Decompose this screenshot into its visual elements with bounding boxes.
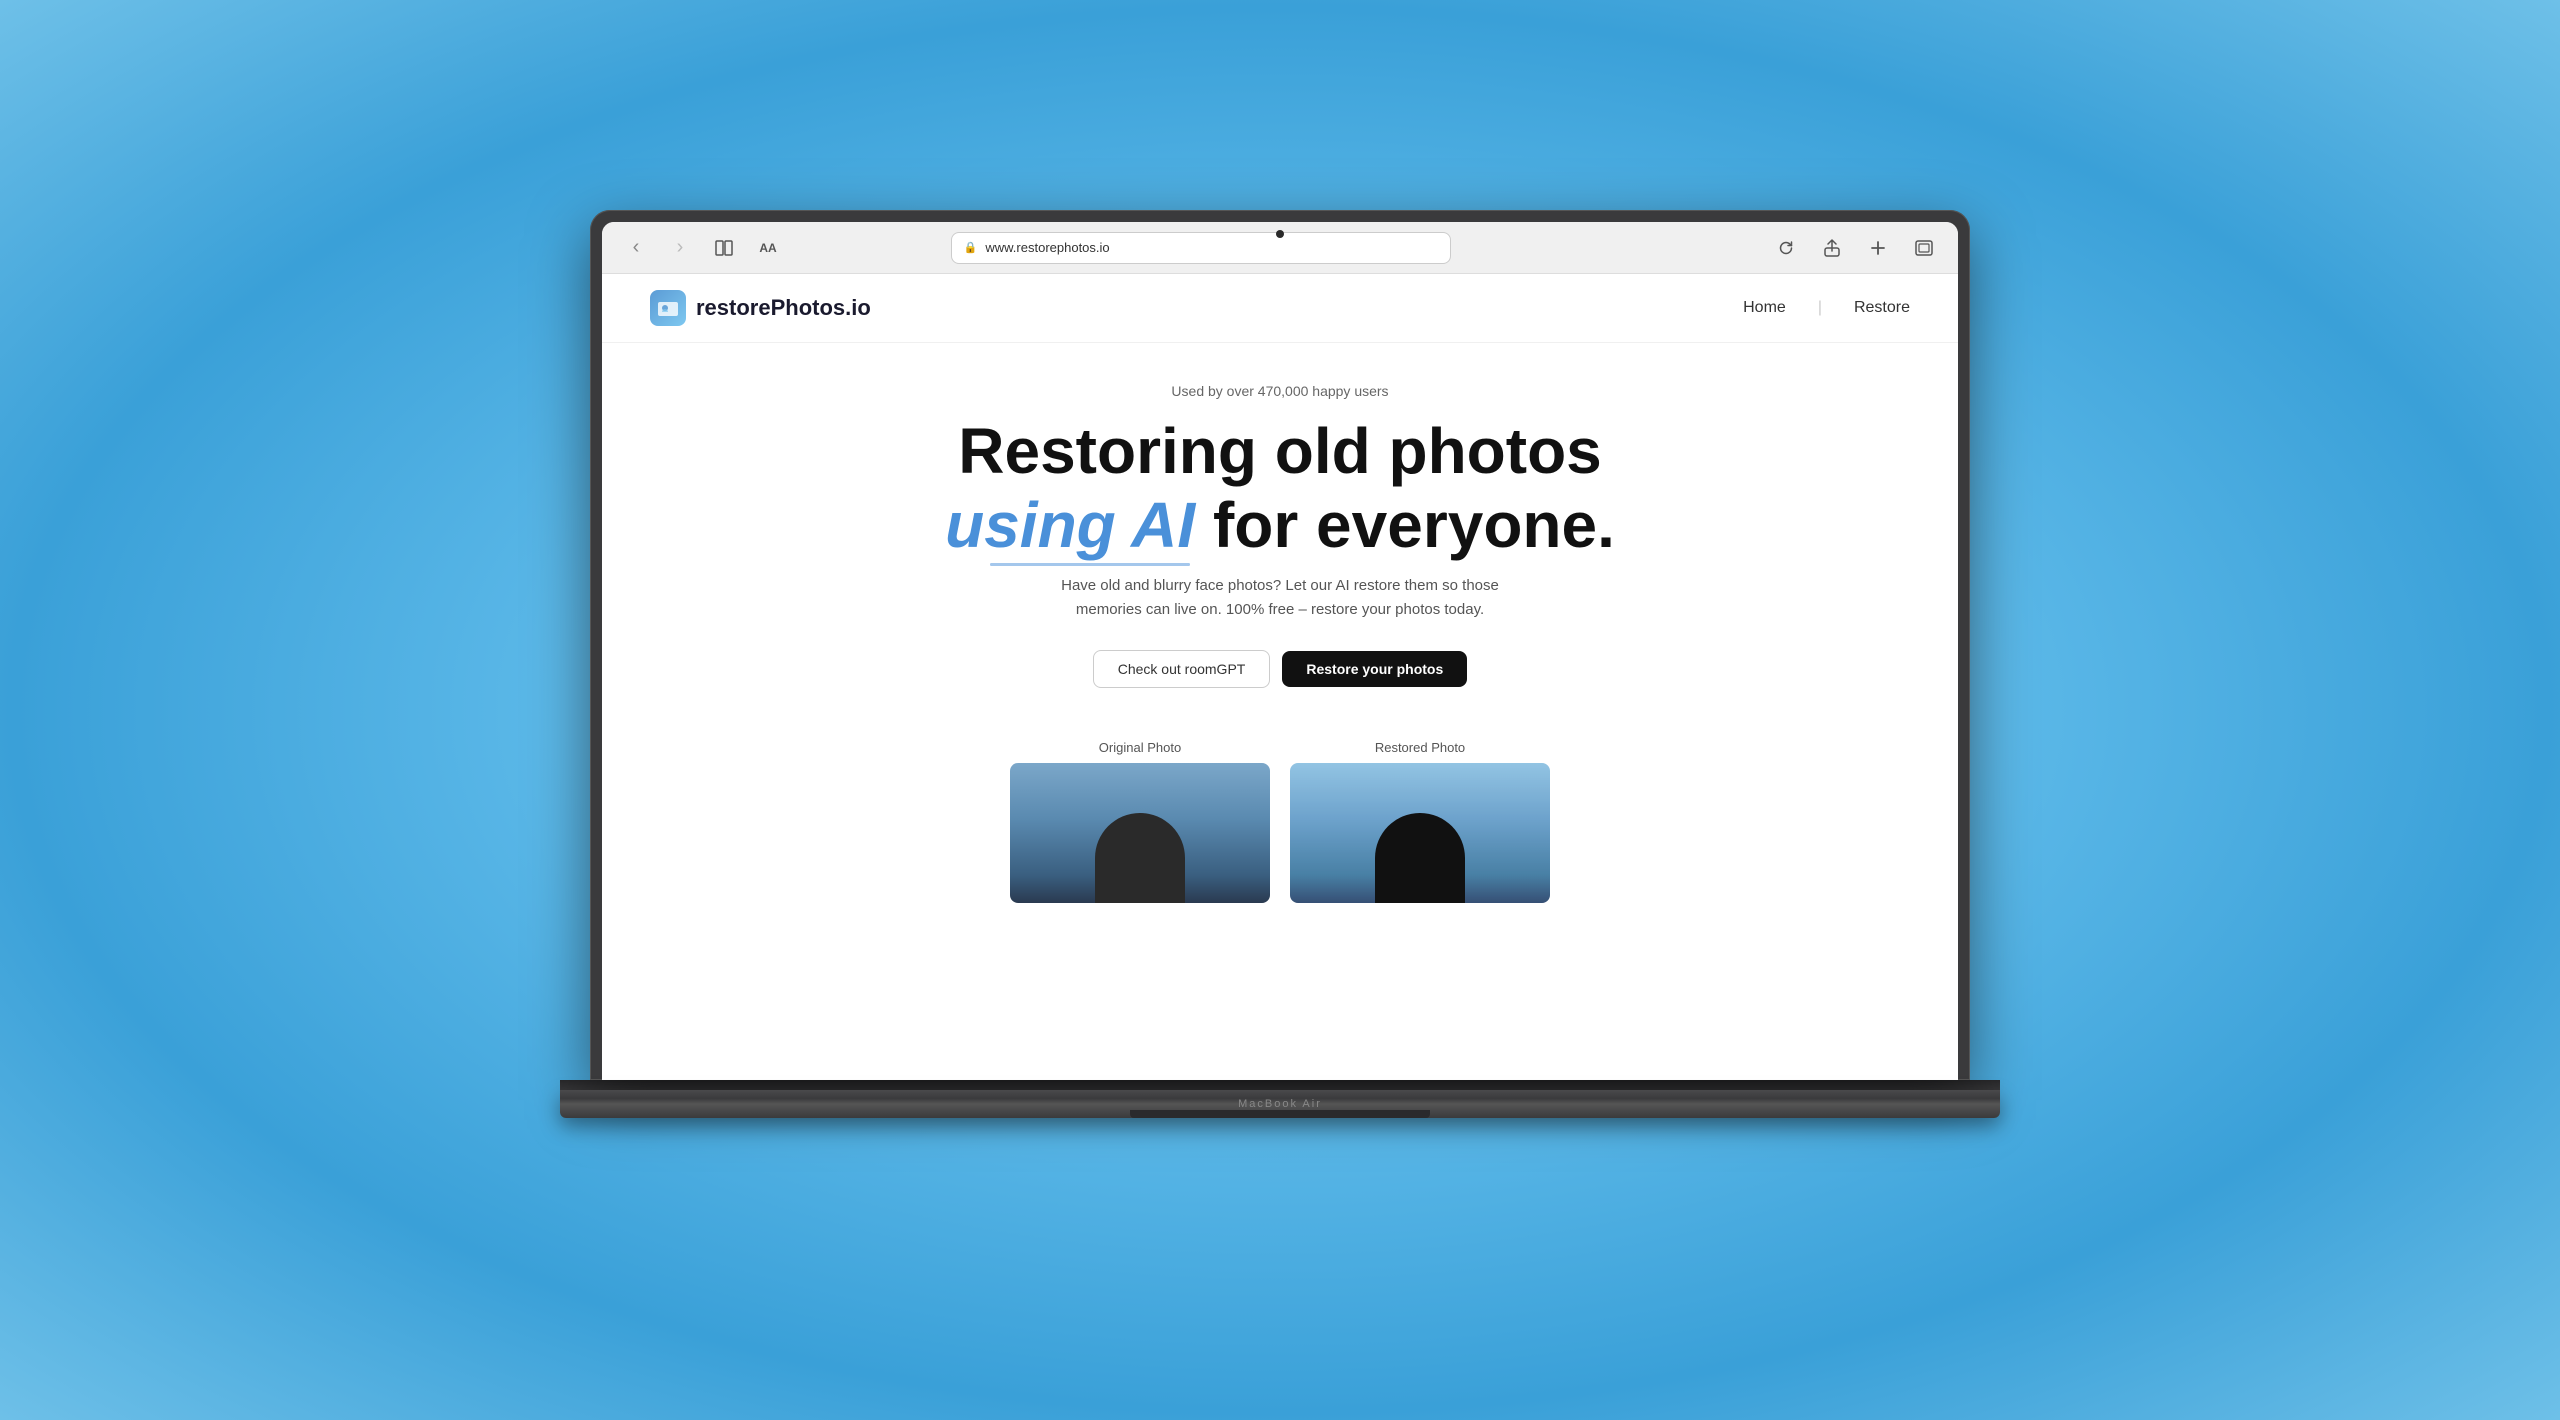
browser-right-icons [1772, 234, 1938, 262]
website: restorePhotos.io Home | Restore Used by … [602, 274, 1958, 1080]
hero-title-suffix: for everyone. [1213, 489, 1615, 561]
restore-photos-button[interactable]: Restore your photos [1282, 651, 1467, 687]
check-roomgpt-button[interactable]: Check out roomGPT [1093, 650, 1271, 688]
lock-icon: 🔒 [964, 241, 978, 254]
new-tab-button[interactable] [1864, 234, 1892, 262]
chevron-right-icon: › [677, 236, 684, 259]
restored-label: Restored Photo [1375, 740, 1465, 755]
hero-buttons: Check out roomGPT Restore your photos [878, 650, 1682, 688]
font-size-button[interactable]: AA [754, 234, 782, 262]
nav-restore[interactable]: Restore [1854, 299, 1910, 317]
photo-comparison: Original Photo Restored Photo [602, 740, 1958, 903]
original-label: Original Photo [1099, 740, 1181, 755]
site-nav: restorePhotos.io Home | Restore [602, 274, 1958, 343]
nav-divider: | [1818, 299, 1822, 317]
hero-title-highlight: using AI [945, 489, 1195, 563]
camera-dot [1276, 230, 1284, 238]
laptop-wrapper: ‹ › AA [560, 210, 2000, 1210]
restored-photo [1290, 763, 1550, 903]
site-logo: restorePhotos.io [650, 290, 871, 326]
url-text: www.restorephotos.io [985, 240, 1109, 255]
font-icon: AA [759, 241, 776, 255]
original-photo-column: Original Photo [1010, 740, 1270, 903]
person-silhouette-original [1095, 813, 1185, 903]
tabs-overview-button[interactable] [1910, 234, 1938, 262]
laptop-screen: ‹ › AA [590, 210, 1970, 1080]
forward-button[interactable]: › [666, 234, 694, 262]
laptop-brand-label: MacBook Air [1238, 1098, 1322, 1110]
screen-bezel: ‹ › AA [602, 222, 1958, 1080]
logo-icon [650, 290, 686, 326]
browser-window: ‹ › AA [602, 222, 1958, 1080]
laptop-hinge [560, 1080, 2000, 1090]
hero-title: Restoring old photos using AI for everyo… [878, 415, 1682, 562]
laptop-base: MacBook Air [560, 1090, 2000, 1118]
restored-photo-column: Restored Photo [1290, 740, 1550, 903]
logo-text: restorePhotos.io [696, 295, 871, 321]
url-bar[interactable]: 🔒 www.restorephotos.io [951, 232, 1451, 264]
hero-title-line1: Restoring old photos [958, 415, 1602, 487]
share-button[interactable] [1818, 234, 1846, 262]
hero-section: Used by over 470,000 happy users Restori… [830, 343, 1730, 740]
nav-home[interactable]: Home [1743, 299, 1786, 317]
chevron-left-icon: ‹ [633, 236, 640, 259]
original-photo [1010, 763, 1270, 903]
reload-button[interactable] [1772, 234, 1800, 262]
hero-subtitle: Have old and blurry face photos? Let our… [1060, 574, 1500, 622]
reader-icon[interactable] [710, 234, 738, 262]
back-button[interactable]: ‹ [622, 234, 650, 262]
person-silhouette-restored [1375, 813, 1465, 903]
nav-links: Home | Restore [1743, 299, 1910, 317]
hero-badge: Used by over 470,000 happy users [878, 383, 1682, 399]
